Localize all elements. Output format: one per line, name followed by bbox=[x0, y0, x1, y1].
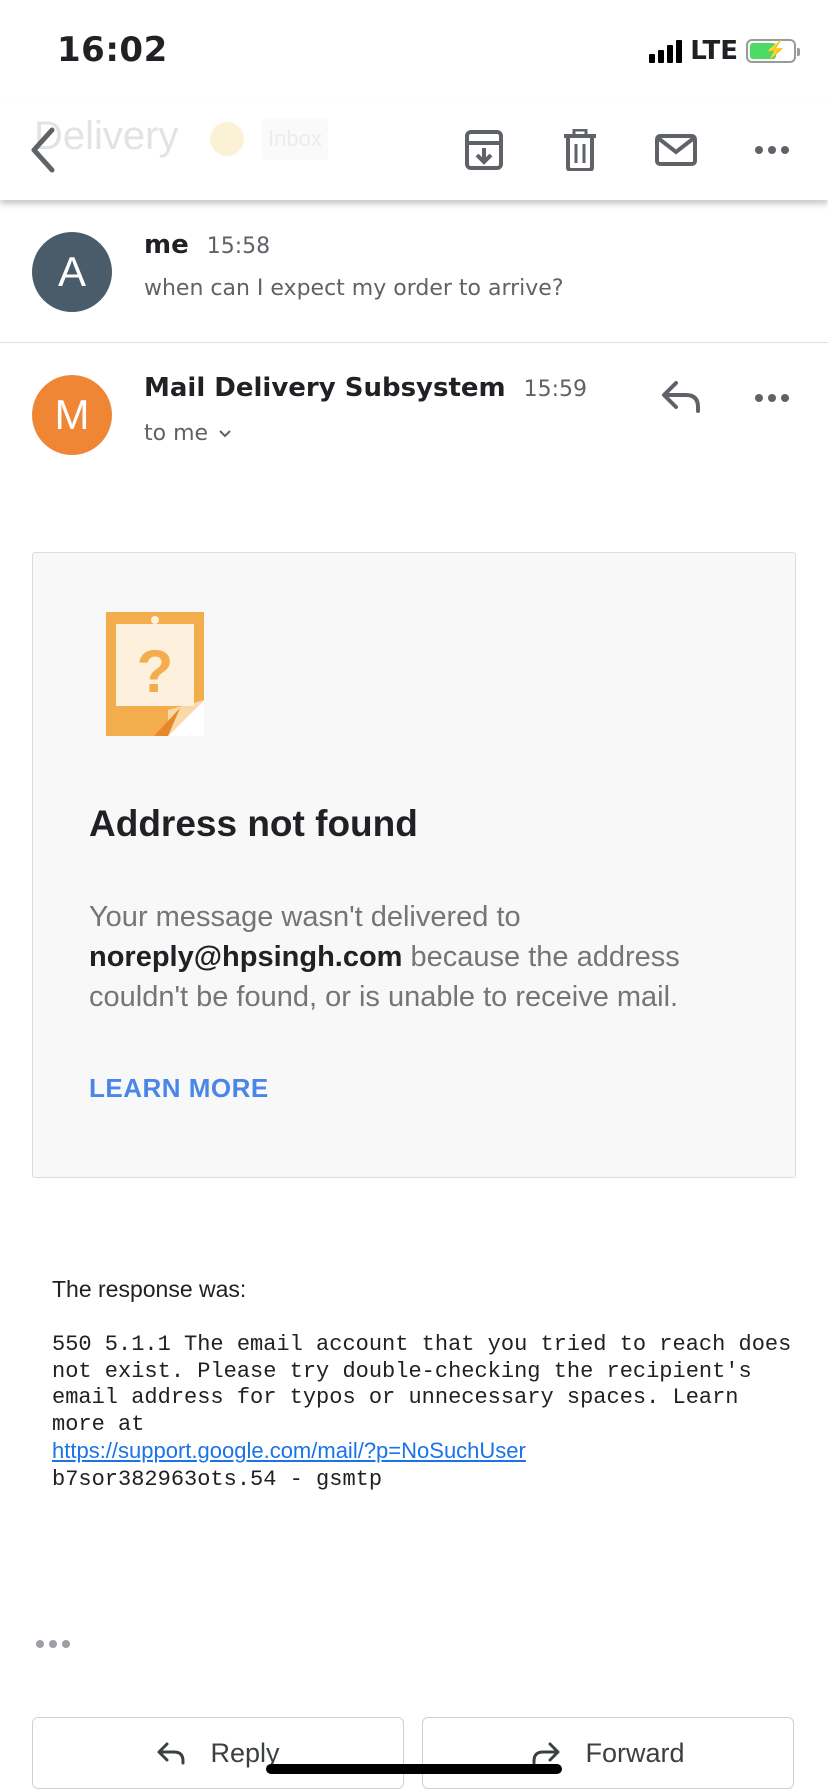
sender-name: me bbox=[144, 230, 189, 260]
forward-icon bbox=[532, 1742, 560, 1765]
avatar: A bbox=[32, 232, 112, 312]
forward-button[interactable]: Forward bbox=[422, 1717, 794, 1789]
svg-text:?: ? bbox=[137, 638, 174, 705]
sender-name: Mail Delivery Subsystem bbox=[144, 373, 506, 403]
label-chip-ghost: Inbox bbox=[262, 118, 328, 160]
trash-icon bbox=[564, 129, 596, 171]
archive-icon bbox=[465, 130, 503, 170]
smtp-response: 550 5.1.1 The email account that you tri… bbox=[52, 1332, 792, 1493]
smtp-response-text: 550 5.1.1 The email account that you tri… bbox=[52, 1332, 792, 1437]
chevron-down-icon bbox=[219, 429, 231, 437]
status-indicators: LTE ⚡ bbox=[649, 36, 800, 66]
toolbar: Delivery Inbox bbox=[0, 100, 828, 200]
message-time: 15:58 bbox=[206, 234, 271, 259]
response-label: The response was: bbox=[52, 1276, 247, 1302]
back-icon bbox=[31, 127, 55, 173]
reply-icon bbox=[662, 381, 700, 413]
back-button[interactable] bbox=[24, 120, 74, 180]
mail-icon bbox=[655, 134, 697, 166]
bounced-address: noreply@hpsingh.com bbox=[89, 941, 403, 973]
mark-unread-button[interactable] bbox=[648, 122, 704, 178]
sender-line: Mail Delivery Subsystem 15:59 bbox=[144, 373, 587, 403]
message-time: 15:59 bbox=[523, 377, 588, 402]
status-bar: 16:02 LTE ⚡ bbox=[0, 0, 828, 100]
archive-button[interactable] bbox=[456, 122, 512, 178]
more-options-button[interactable] bbox=[744, 122, 800, 178]
more-icon bbox=[755, 146, 789, 154]
reply-button[interactable]: Reply bbox=[32, 1717, 404, 1789]
battery-icon: ⚡ bbox=[746, 39, 800, 63]
bounce-message: Your message wasn't delivered to noreply… bbox=[89, 897, 769, 1017]
reply-icon-button[interactable] bbox=[660, 379, 704, 415]
avatar-letter: M bbox=[54, 391, 90, 438]
home-indicator[interactable] bbox=[266, 1764, 562, 1774]
unknown-address-icon: ? bbox=[106, 612, 204, 736]
network-type: LTE bbox=[690, 36, 738, 66]
status-time: 16:02 bbox=[57, 30, 168, 70]
smtp-trailer: b7sor382963ots.54 - gsmtp bbox=[52, 1466, 383, 1492]
reply-icon bbox=[157, 1742, 185, 1765]
support-link[interactable]: https://support.google.com/mail/?p=NoSuc… bbox=[52, 1438, 526, 1463]
signal-icon bbox=[649, 39, 683, 63]
sender-line: me 15:58 bbox=[144, 230, 270, 260]
recipient-label: to me bbox=[144, 421, 209, 446]
more-icon bbox=[755, 394, 789, 402]
avatar: M bbox=[32, 375, 112, 455]
delete-button[interactable] bbox=[552, 122, 608, 178]
message-collapsed[interactable]: A me 15:58 when can I expect my order to… bbox=[0, 200, 828, 343]
show-trimmed-content-button[interactable] bbox=[36, 1640, 70, 1648]
bounce-notice-card: ? Address not found Your message wasn't … bbox=[32, 552, 796, 1178]
learn-more-link[interactable]: LEARN MORE bbox=[89, 1073, 269, 1104]
message-more-button[interactable] bbox=[754, 393, 790, 403]
bounce-title: Address not found bbox=[89, 803, 418, 844]
message-header: M Mail Delivery Subsystem 15:59 to me bbox=[0, 343, 828, 483]
importance-marker-ghost bbox=[210, 122, 244, 156]
bounce-body-prefix: Your message wasn't delivered to bbox=[89, 901, 521, 933]
message-snippet: when can I expect my order to arrive? bbox=[144, 276, 564, 301]
recipient-details-toggle[interactable]: to me bbox=[144, 421, 232, 446]
avatar-letter: A bbox=[57, 248, 86, 295]
forward-label: Forward bbox=[585, 1737, 685, 1768]
